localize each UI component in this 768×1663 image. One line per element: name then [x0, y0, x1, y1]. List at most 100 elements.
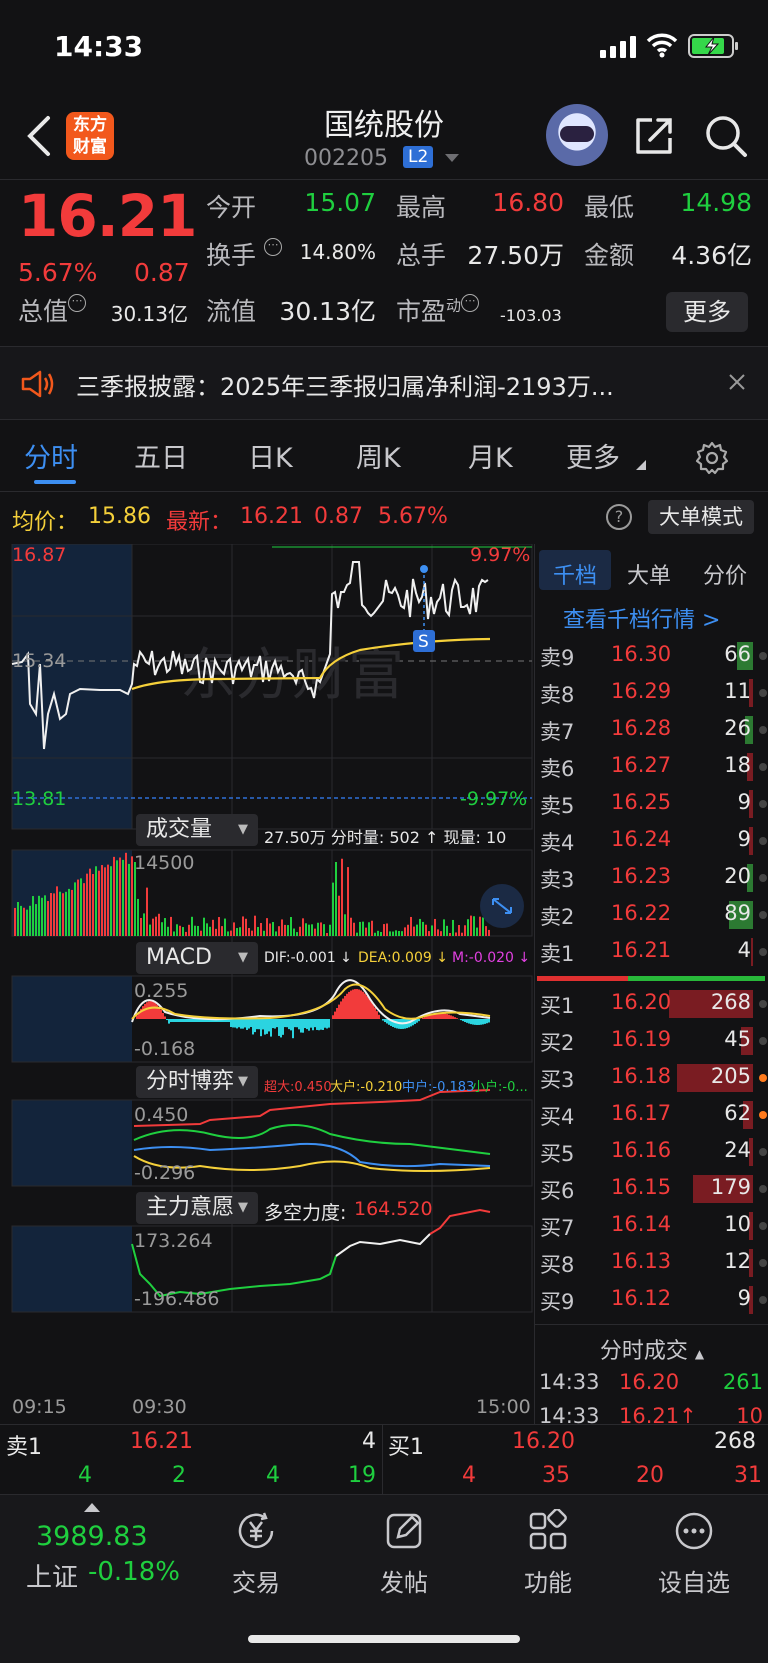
bid-row[interactable]: 买3 16.18 205: [535, 1060, 768, 1096]
volume-bar: [254, 915, 256, 936]
bid-row[interactable]: 买2 16.19 45: [535, 1023, 768, 1059]
post-button[interactable]: 发帖: [344, 1509, 464, 1598]
trades-section-title[interactable]: 分时成交 ▲: [535, 1324, 768, 1365]
tab-more[interactable]: 更多: [566, 436, 620, 475]
volume-bar: [212, 919, 214, 936]
bid-quantity: 179: [710, 1175, 751, 1199]
macd-dea: DEA:0.009 ↓: [358, 950, 448, 966]
will-axis-max: 173.264: [134, 1230, 213, 1252]
macd-bar: [338, 1004, 340, 1019]
level2-badge: L2: [403, 146, 434, 168]
ask-row[interactable]: 卖8 16.29 11: [535, 675, 768, 711]
stock-code[interactable]: 002205: [304, 146, 388, 171]
book-tab-depth[interactable]: 千档: [553, 558, 597, 590]
tab-daily-k[interactable]: 日K: [248, 436, 293, 475]
volume-bar: [284, 924, 286, 936]
macd-bar: [192, 1019, 194, 1022]
volume-bar: [260, 922, 262, 936]
will-indicator-select[interactable]: 主力意愿 ▼: [136, 1192, 258, 1224]
robot-assistant-avatar[interactable]: [546, 104, 608, 166]
tab-weekly-k[interactable]: 周K: [356, 436, 401, 475]
macd-bar: [352, 989, 354, 1019]
book-tab-big-order[interactable]: 大单: [627, 558, 671, 590]
add-watchlist-button[interactable]: 设自选: [634, 1509, 754, 1598]
tab-five-day[interactable]: 五日: [134, 436, 188, 475]
tab-monthly-k[interactable]: 月K: [468, 436, 513, 475]
cellular-signal-icon: [600, 36, 636, 58]
volume-bar: [143, 913, 145, 936]
ask-quantity: 26: [724, 716, 751, 740]
search-icon[interactable]: [704, 114, 748, 158]
announcement-banner[interactable]: 三季报披露：2025年三季报归属净利润-2193万...: [0, 346, 768, 420]
info-icon[interactable]: ⋯: [461, 294, 480, 312]
share-icon[interactable]: [632, 114, 676, 158]
volume-label: 总手: [396, 241, 447, 270]
bid-row[interactable]: 买6 16.15 179: [535, 1171, 768, 1207]
intraday-chart[interactable]: 东方财富 S: [0, 544, 534, 1424]
ask-row[interactable]: 卖3 16.23 20: [535, 860, 768, 896]
trade-button[interactable]: 交易: [196, 1509, 316, 1598]
bid-quantity: 10: [724, 1212, 751, 1236]
bid-row[interactable]: 买8 16.13 12: [535, 1245, 768, 1281]
volume-bar: [224, 918, 226, 936]
macd-bar: [362, 991, 364, 1019]
volume-bar: [98, 870, 100, 936]
view-depth-link[interactable]: 查看千档行情 >: [563, 602, 720, 634]
macd-bar: [446, 1014, 448, 1019]
macd-bar: [318, 1019, 320, 1031]
volume-bar: [218, 917, 220, 936]
info-icon[interactable]: ⋯: [263, 238, 282, 256]
trade-row: 14:33 16.20 261: [535, 1368, 768, 1400]
bid-row[interactable]: 买9 16.12 9: [535, 1282, 768, 1318]
change-amount: 0.87: [134, 258, 190, 287]
bid-quantity: 24: [724, 1138, 751, 1162]
index-percent[interactable]: -0.18%: [88, 1557, 180, 1587]
index-name[interactable]: 上证: [26, 1557, 78, 1594]
help-icon[interactable]: ?: [606, 504, 632, 530]
functions-button[interactable]: 功能: [488, 1508, 608, 1598]
caret-down-icon[interactable]: [445, 154, 459, 162]
gear-icon[interactable]: [694, 440, 730, 476]
index-value[interactable]: 3989.83: [36, 1521, 148, 1552]
big-order-mode-button[interactable]: 大单模式: [648, 500, 754, 534]
ask-row[interactable]: 卖7 16.28 26: [535, 712, 768, 748]
bid-row[interactable]: 买4 16.17 62: [535, 1097, 768, 1133]
macd-bar: [340, 1001, 342, 1019]
volume-bar: [191, 916, 193, 936]
ask-quantity: 20: [724, 864, 751, 888]
bid-row[interactable]: 买7 16.14 10: [535, 1208, 768, 1244]
bid-quantity: 45: [724, 1027, 751, 1051]
macd-bar: [448, 1014, 450, 1019]
bid-row[interactable]: 买1 16.20 268: [535, 986, 768, 1022]
close-icon[interactable]: [728, 373, 746, 391]
ask-row[interactable]: 卖4 16.24 9: [535, 823, 768, 859]
volume-bar: [140, 917, 142, 936]
macd-bar: [306, 1019, 308, 1030]
more-fields-button[interactable]: 更多: [666, 292, 748, 332]
macd-bar: [310, 1019, 312, 1028]
ask-row[interactable]: 卖1 16.21 4: [535, 934, 768, 970]
active-tab-indicator: [34, 480, 76, 484]
macd-bar: [286, 1019, 288, 1028]
info-icon[interactable]: ⋯: [68, 294, 87, 312]
caret-up-icon[interactable]: [84, 1503, 100, 1512]
buy-sell-ratio-bar: [537, 976, 765, 981]
high-value: 16.80: [492, 188, 564, 217]
volume-bar: [266, 918, 268, 936]
ask-row[interactable]: 卖2 16.22 89: [535, 897, 768, 933]
macd-indicator-select[interactable]: MACD ▼: [136, 942, 258, 974]
macd-bar: [348, 991, 350, 1019]
book-tab-price-dist[interactable]: 分价: [703, 558, 747, 590]
tab-intraday[interactable]: 分时: [24, 436, 78, 475]
strip-bid-qty: 268: [714, 1429, 756, 1454]
volume-indicator-select[interactable]: 成交量 ▼: [136, 814, 258, 846]
grid-apps-icon: [529, 1508, 567, 1550]
game-indicator-select[interactable]: 分时博弈 ▼: [136, 1066, 258, 1098]
float-cap-label: 流值: [206, 297, 257, 326]
bid-row[interactable]: 买5 16.16 24: [535, 1134, 768, 1170]
macd-bar: [378, 1014, 380, 1019]
ask-row[interactable]: 卖5 16.25 9: [535, 786, 768, 822]
ask-row[interactable]: 卖6 16.27 18: [535, 749, 768, 785]
volume-bar: [455, 932, 457, 936]
ask-row[interactable]: 卖9 16.30 66: [535, 638, 768, 674]
